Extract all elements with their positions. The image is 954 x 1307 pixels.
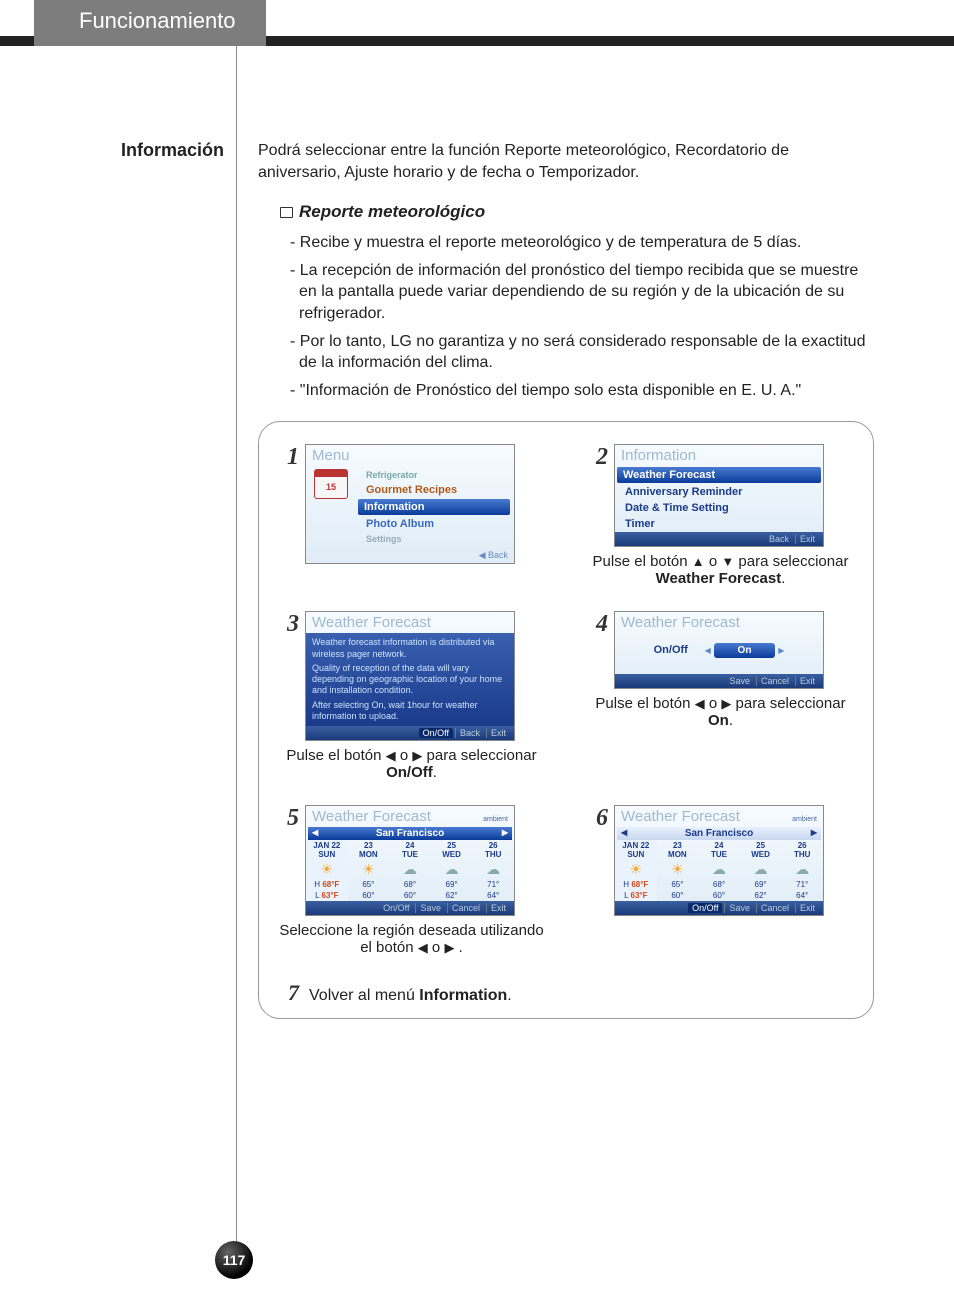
intro-text: Podrá seleccionar entre la función Repor… bbox=[258, 140, 874, 183]
steps-panel: 1 Menu 15 Refrigerator Gourmet Recipes I… bbox=[258, 421, 874, 1019]
left-triangle-icon: ◀ bbox=[695, 696, 705, 711]
footer-save[interactable]: Save bbox=[724, 903, 754, 913]
note-icon bbox=[280, 207, 293, 218]
step-7-text: Volver al menú bbox=[309, 987, 419, 1004]
footer-exit[interactable]: Exit bbox=[795, 676, 819, 686]
sun-icon: ☀ bbox=[630, 861, 643, 877]
screen-title: Information bbox=[615, 445, 823, 466]
screen-information: Information Weather Forecast Anniversary… bbox=[614, 444, 824, 547]
cloud-icon: ☁ bbox=[795, 861, 809, 877]
step-number-1: 1 bbox=[277, 444, 299, 564]
screen-title: Menu bbox=[306, 445, 514, 466]
header-tab: Funcionamiento bbox=[34, 0, 266, 46]
footer-onoff[interactable]: On/Off bbox=[379, 903, 413, 913]
step-number-2: 2 bbox=[586, 444, 608, 547]
left-arrow-icon[interactable]: ◀ bbox=[705, 646, 711, 655]
footer-exit[interactable]: Exit bbox=[795, 903, 819, 913]
footer-save[interactable]: Save bbox=[415, 903, 445, 913]
footer-exit[interactable]: Exit bbox=[795, 534, 819, 544]
right-triangle-icon: ▶ bbox=[721, 696, 731, 711]
header-bar: Funcionamiento bbox=[0, 0, 954, 46]
sub-heading-label: Reporte meteorológico bbox=[299, 201, 485, 224]
screen-menu: Menu 15 Refrigerator Gourmet Recipes Inf… bbox=[305, 444, 515, 564]
list-item: La recepción de información del pronósti… bbox=[290, 260, 874, 325]
list-item: Recibe y muestra el reporte meteorológic… bbox=[290, 232, 874, 254]
screen-wf-region-5: Weather Forecast ambient San Francisco J… bbox=[305, 805, 515, 916]
screen-wf-info: Weather Forecast Weather forecast inform… bbox=[305, 611, 515, 741]
menu-item[interactable]: Refrigerator bbox=[356, 468, 512, 482]
step-number-7: 7 bbox=[277, 980, 299, 1006]
right-triangle-icon: ▶ bbox=[444, 940, 454, 955]
forecast-table: JAN 22SUN 23MON 24TUE 25WED 26THU ☀ ☀ ☁ … bbox=[306, 840, 514, 901]
back-button[interactable]: ◀ Back bbox=[306, 548, 514, 563]
footer-cancel[interactable]: Cancel bbox=[756, 676, 793, 686]
down-triangle-icon: ▼ bbox=[721, 554, 734, 569]
ambient-label: ambient bbox=[483, 816, 508, 823]
right-arrow-icon[interactable]: ▶ bbox=[778, 646, 784, 655]
ambient-label: ambient bbox=[792, 816, 817, 823]
menu-item[interactable]: Timer bbox=[615, 516, 823, 532]
footer-exit[interactable]: Exit bbox=[486, 903, 510, 913]
step-number-3: 3 bbox=[277, 611, 299, 741]
left-triangle-icon: ◀ bbox=[386, 748, 396, 763]
menu-item-selected[interactable]: Weather Forecast bbox=[617, 467, 821, 483]
cloud-icon: ☁ bbox=[754, 861, 768, 877]
screen-body-text: Weather forecast information is distribu… bbox=[306, 633, 514, 726]
cloud-icon: ☁ bbox=[712, 861, 726, 877]
cloud-icon: ☁ bbox=[403, 861, 417, 877]
screen-title: Weather Forecast bbox=[621, 808, 740, 825]
step-caption-4: Pulse el botón ◀ o ▶ para seleccionar On… bbox=[586, 695, 855, 729]
cloud-icon: ☁ bbox=[445, 861, 459, 877]
footer-cancel[interactable]: Cancel bbox=[756, 903, 793, 913]
sun-icon: ☀ bbox=[671, 861, 684, 877]
step-caption-2: Pulse el botón ▲ o ▼ para seleccionar We… bbox=[586, 553, 855, 587]
screen-title: Weather Forecast bbox=[615, 612, 823, 633]
footer-onoff[interactable]: On/Off bbox=[419, 728, 453, 738]
sun-icon: ☀ bbox=[362, 861, 375, 877]
header-rule-right bbox=[266, 36, 954, 46]
footer-exit[interactable]: Exit bbox=[486, 728, 510, 738]
city-selector[interactable]: San Francisco bbox=[617, 827, 821, 840]
footer-save[interactable]: Save bbox=[725, 676, 754, 686]
forecast-table: JAN 22SUN 23MON 24TUE 25WED 26THU ☀ ☀ ☁ … bbox=[615, 840, 823, 901]
step-caption-5: Seleccione la región deseada utilizando … bbox=[277, 922, 546, 956]
sun-icon: ☀ bbox=[321, 861, 334, 877]
step-7: 7 Volver al menú Information. bbox=[277, 980, 855, 1006]
up-triangle-icon: ▲ bbox=[692, 554, 705, 569]
onoff-value[interactable]: On bbox=[714, 643, 776, 658]
step-number-4: 4 bbox=[586, 611, 608, 689]
menu-item[interactable]: Date & Time Setting bbox=[615, 500, 823, 516]
screen-wf-region-6: Weather Forecast ambient San Francisco J… bbox=[614, 805, 824, 916]
screen-wf-onoff: Weather Forecast On/Off ◀ On ▶ Save Canc… bbox=[614, 611, 824, 689]
cloud-icon: ☁ bbox=[486, 861, 500, 877]
menu-item-selected[interactable]: Information bbox=[358, 499, 510, 515]
screen-title: Weather Forecast bbox=[306, 612, 514, 633]
footer-back[interactable]: Back bbox=[765, 534, 793, 544]
bullet-list: Recibe y muestra el reporte meteorológic… bbox=[290, 232, 874, 401]
header-rule-left bbox=[0, 36, 34, 46]
step-number-6: 6 bbox=[586, 805, 608, 916]
step-caption-3: Pulse el botón ◀ o ▶ para seleccionar On… bbox=[277, 747, 546, 781]
list-item: Por lo tanto, LG no garantiza y no será … bbox=[290, 331, 874, 374]
section-title: Información bbox=[0, 140, 224, 161]
menu-item[interactable]: Gourmet Recipes bbox=[356, 482, 512, 498]
city-selector[interactable]: San Francisco bbox=[308, 827, 512, 840]
menu-item[interactable]: Anniversary Reminder bbox=[615, 484, 823, 500]
footer-onoff[interactable]: On/Off bbox=[688, 903, 722, 913]
footer-cancel[interactable]: Cancel bbox=[447, 903, 484, 913]
calendar-icon: 15 bbox=[314, 469, 348, 499]
sub-heading: Reporte meteorológico bbox=[280, 201, 874, 224]
list-item: "Información de Pronóstico del tiempo so… bbox=[290, 380, 874, 402]
footer-back[interactable]: Back bbox=[455, 728, 484, 738]
step-number-5: 5 bbox=[277, 805, 299, 916]
menu-item[interactable]: Settings bbox=[356, 532, 512, 546]
onoff-label: On/Off bbox=[654, 644, 688, 656]
page-number: 117 bbox=[215, 1241, 253, 1279]
screen-title: Weather Forecast bbox=[312, 808, 431, 825]
right-triangle-icon: ▶ bbox=[412, 748, 422, 763]
left-triangle-icon: ◀ bbox=[418, 940, 428, 955]
menu-item[interactable]: Photo Album bbox=[356, 516, 512, 532]
